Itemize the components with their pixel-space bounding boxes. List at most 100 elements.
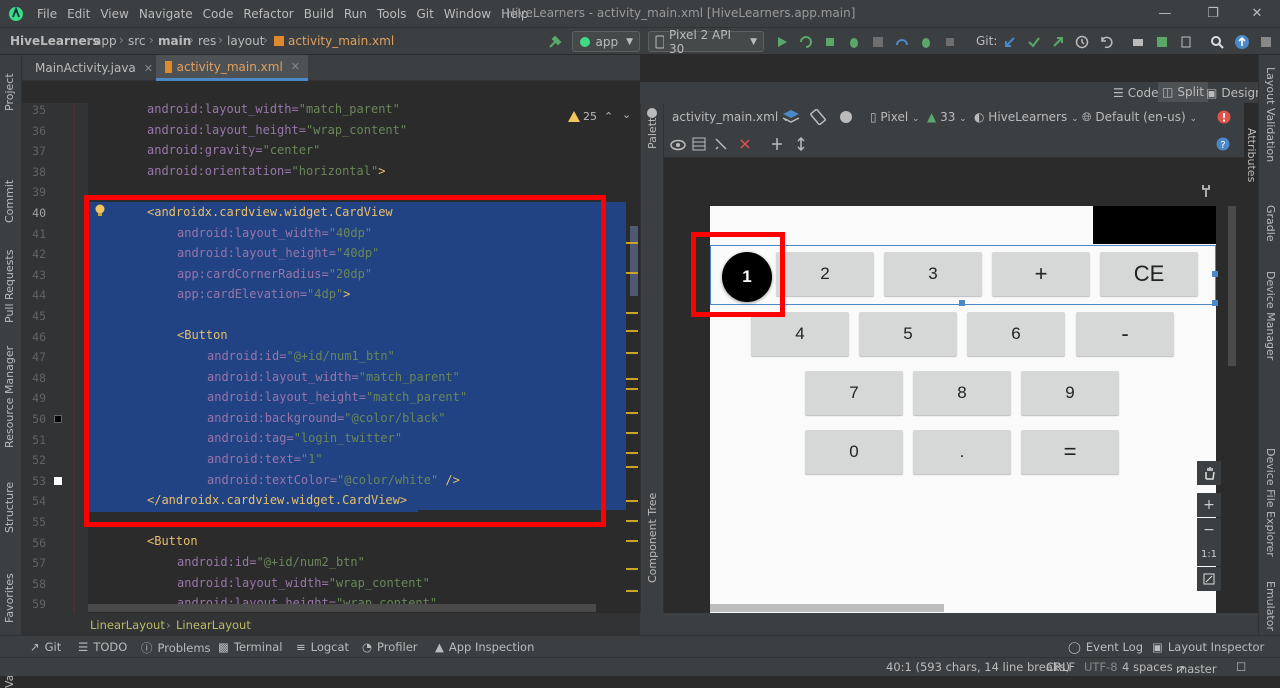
design-vertical-scrollbar[interactable] [1228, 206, 1236, 366]
tool-device-file-explorer[interactable]: Device File Explorer [1264, 448, 1277, 557]
breadcrumb-file[interactable]: activity_main.xml [288, 34, 394, 48]
tool-structure[interactable]: Structure [3, 482, 16, 533]
sdk-manager-icon[interactable] [1151, 31, 1173, 53]
breadcrumb-main[interactable]: main [158, 34, 191, 48]
tool-problems[interactable]: ⓘ Problems [141, 640, 211, 656]
tool-favorites[interactable]: Favorites [3, 573, 16, 623]
design-horizontal-scrollbar[interactable] [710, 604, 944, 612]
zoom-fit-icon[interactable] [1197, 567, 1221, 591]
design-surface-icon[interactable] [782, 109, 800, 125]
line-separator[interactable]: CRLF [1046, 660, 1075, 674]
editor-scroll-thumb[interactable] [630, 226, 638, 296]
tool-git[interactable]: ↗ Git [30, 640, 61, 654]
hammer-icon[interactable] [544, 31, 566, 53]
breadcrumb-app[interactable]: app [94, 34, 117, 48]
theme-select[interactable]: ◐ HiveLearners ⌄ [974, 110, 1079, 124]
num7-button[interactable]: 7 [805, 371, 903, 415]
apply-code-changes-icon[interactable] [819, 31, 841, 53]
menu-git[interactable]: Git [411, 7, 438, 21]
decimal-button[interactable]: . [913, 430, 1011, 474]
xml-crumb-linearlayout-2[interactable]: LinearLayout [176, 618, 251, 632]
zoom-actual-button[interactable]: 1:1 [1197, 542, 1221, 566]
locale-select[interactable]: 🌐︎ Default (en-us) ⌄ [1082, 110, 1197, 125]
layout-file-select[interactable]: activity_main.xml ⌄ [672, 110, 790, 124]
pack-vertical-icon[interactable] [794, 137, 808, 151]
resize-handle[interactable] [1212, 271, 1218, 277]
update-icon[interactable] [1231, 31, 1253, 53]
xml-crumb-linearlayout-1[interactable]: LinearLayout [90, 618, 165, 632]
margins-icon[interactable] [692, 137, 706, 151]
minus-button[interactable]: - [1076, 312, 1174, 356]
resize-handle[interactable] [959, 300, 965, 306]
git-push-icon[interactable] [1047, 31, 1069, 53]
menu-file[interactable]: File [32, 7, 62, 21]
next-highlight-icon[interactable]: ⌄ [622, 108, 631, 121]
ce-button[interactable]: CE [1100, 252, 1198, 296]
warnings-indicator[interactable]: 25 [568, 110, 597, 123]
menu-refactor[interactable]: Refactor [238, 7, 298, 21]
device-manager-icon[interactable] [1175, 31, 1197, 53]
view-options-icon[interactable] [670, 138, 686, 152]
tool-emulator[interactable]: Emulator [1264, 581, 1277, 631]
tab-activity-main[interactable]: activity_main.xml ✕ [156, 55, 308, 81]
minimize-icon[interactable]: — [1142, 0, 1188, 27]
coverage-icon[interactable] [867, 31, 889, 53]
menu-navigate[interactable]: Navigate [134, 7, 198, 21]
color-swatch-white-icon[interactable] [54, 477, 62, 485]
menu-view[interactable]: View [95, 7, 133, 21]
tool-profiler[interactable]: ◔ Profiler [362, 640, 418, 654]
device-preview[interactable]: 1 2 3 + CE 4 5 6 - 7 8 9 0 . = [710, 206, 1218, 613]
num4-button[interactable]: 4 [751, 312, 849, 356]
menu-run[interactable]: Run [339, 7, 372, 21]
tool-project[interactable]: Project [3, 73, 16, 111]
menu-edit[interactable]: Edit [62, 7, 95, 21]
avd-manager-icon[interactable] [1127, 31, 1149, 53]
pack-horizontal-icon[interactable] [770, 137, 784, 151]
rollback-icon[interactable] [1095, 31, 1117, 53]
run-icon[interactable] [771, 31, 793, 53]
menu-build[interactable]: Build [299, 7, 339, 21]
help-icon[interactable]: ? [1216, 137, 1230, 151]
wrench-icon[interactable] [1200, 184, 1212, 198]
num6-button[interactable]: 6 [967, 312, 1065, 356]
debug-icon[interactable] [843, 31, 865, 53]
mode-code-button[interactable]: ☰ Code [1113, 84, 1159, 102]
clear-constraints-icon[interactable] [738, 137, 752, 151]
breadcrumb-src[interactable]: src [128, 34, 146, 48]
zoom-in-button[interactable]: + [1197, 493, 1221, 517]
mode-design-button[interactable]: ▣ Design [1206, 84, 1263, 102]
close-tab-icon[interactable]: ✕ [144, 62, 153, 75]
zoom-out-button[interactable]: − [1197, 518, 1221, 542]
tool-terminal[interactable]: ▩ Terminal [218, 640, 282, 654]
menu-tools[interactable]: Tools [372, 7, 412, 21]
tool-pull-requests[interactable]: Pull Requests [3, 250, 16, 323]
editor-horizontal-scrollbar[interactable] [88, 604, 596, 612]
color-swatch-black-icon[interactable] [54, 415, 62, 423]
git-update-icon[interactable] [999, 31, 1021, 53]
num9-button[interactable]: 9 [1021, 371, 1119, 415]
history-icon[interactable] [1071, 31, 1093, 53]
num8-button[interactable]: 8 [913, 371, 1011, 415]
api-level-select[interactable]: ▲ 33 ⌄ [927, 110, 967, 124]
num2-button[interactable]: 2 [776, 252, 874, 296]
tool-commit[interactable]: Commit [3, 180, 16, 223]
tool-logcat[interactable]: ≡ Logcat [296, 640, 349, 654]
tool-component-tree[interactable]: Component Tree [646, 493, 659, 583]
apply-changes-icon[interactable] [795, 31, 817, 53]
error-icon[interactable] [1217, 110, 1231, 124]
tool-layout-validation[interactable]: Layout Validation [1264, 67, 1277, 162]
device-select[interactable]: Pixel 2 API 30 ▼ [648, 28, 764, 56]
settings-icon[interactable] [1255, 31, 1277, 53]
tool-event-log[interactable]: ◯ Event Log [1068, 640, 1143, 654]
menu-window[interactable]: Window [439, 7, 496, 21]
lock-icon[interactable]: ☐ [1236, 660, 1246, 674]
pan-hand-icon[interactable] [1197, 461, 1221, 485]
file-encoding[interactable]: UTF-8 [1084, 660, 1118, 674]
search-icon[interactable] [1206, 31, 1228, 53]
resize-handle[interactable] [1212, 300, 1218, 306]
cursor-position[interactable]: 40:1 (593 chars, 14 line breaks) [886, 660, 1070, 674]
indent-setting[interactable]: 4 spaces [1122, 660, 1173, 674]
prev-highlight-icon[interactable]: ⌃ [604, 110, 613, 123]
breadcrumb-res[interactable]: res [198, 34, 216, 48]
attach-debugger-icon[interactable] [915, 31, 937, 53]
